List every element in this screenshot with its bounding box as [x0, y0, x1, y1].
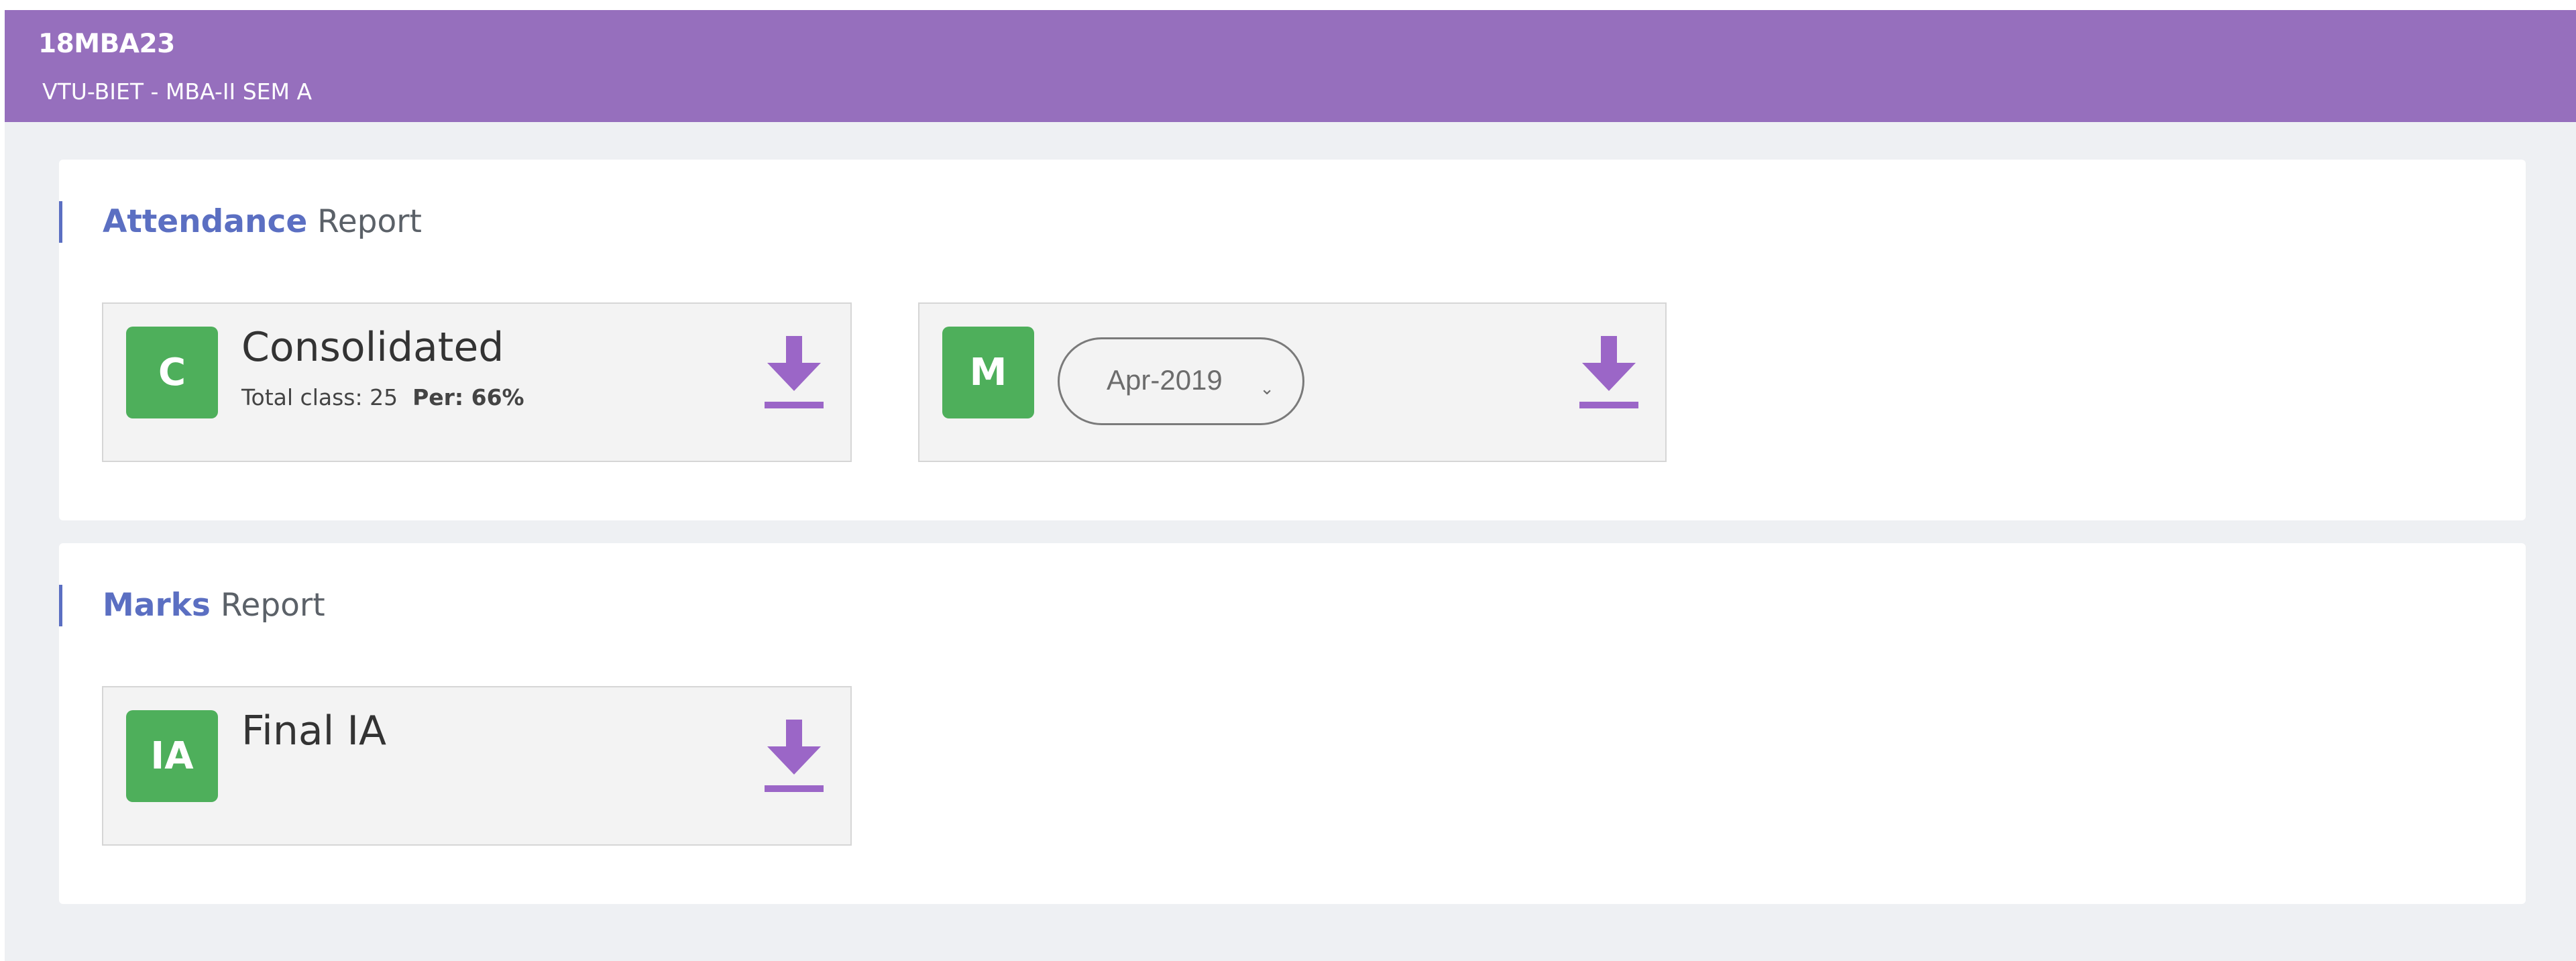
course-code: 18MBA23: [38, 29, 175, 59]
month-select-value: Apr-2019: [1107, 364, 1223, 396]
month-select[interactable]: Apr-2019 ⌄: [1058, 337, 1304, 425]
download-icon[interactable]: [765, 720, 824, 793]
final-ia-title: Final IA: [241, 708, 387, 754]
marks-report-section: Marks Report IA Final IA: [59, 543, 2526, 904]
section-title-strong: Marks: [103, 587, 211, 624]
section-title-light: Report: [317, 203, 422, 240]
marks-report-title: Marks Report: [59, 585, 325, 626]
section-title-light: Report: [220, 587, 325, 624]
section-title-strong: Attendance: [103, 203, 308, 240]
monthly-badge: M: [942, 327, 1034, 418]
total-class-count: Total class: 25: [241, 384, 398, 410]
download-icon[interactable]: [765, 336, 824, 410]
attendance-report-title: Attendance Report: [59, 201, 422, 243]
consolidated-title: Consolidated: [241, 324, 504, 371]
window-top-strip: [0, 0, 2576, 10]
consolidated-stats: Total class: 25 Per: 66%: [241, 384, 524, 410]
monthly-attendance-card: M Apr-2019 ⌄: [918, 302, 1667, 462]
final-ia-badge: IA: [126, 710, 218, 802]
final-ia-card: IA Final IA: [102, 686, 852, 846]
consolidated-badge: C: [126, 327, 218, 418]
download-icon[interactable]: [1579, 336, 1638, 410]
attendance-percentage: Per: 66%: [412, 384, 524, 410]
attendance-report-section: Attendance Report C Consolidated Total c…: [59, 160, 2526, 520]
window-left-strip: [0, 0, 5, 961]
course-header: 18MBA23 VTU-BIET - MBA-II SEM A: [5, 10, 2576, 122]
chevron-down-icon: ⌄: [1259, 378, 1274, 398]
course-subtitle: VTU-BIET - MBA-II SEM A: [42, 78, 313, 105]
consolidated-attendance-card: C Consolidated Total class: 25 Per: 66%: [102, 302, 852, 462]
